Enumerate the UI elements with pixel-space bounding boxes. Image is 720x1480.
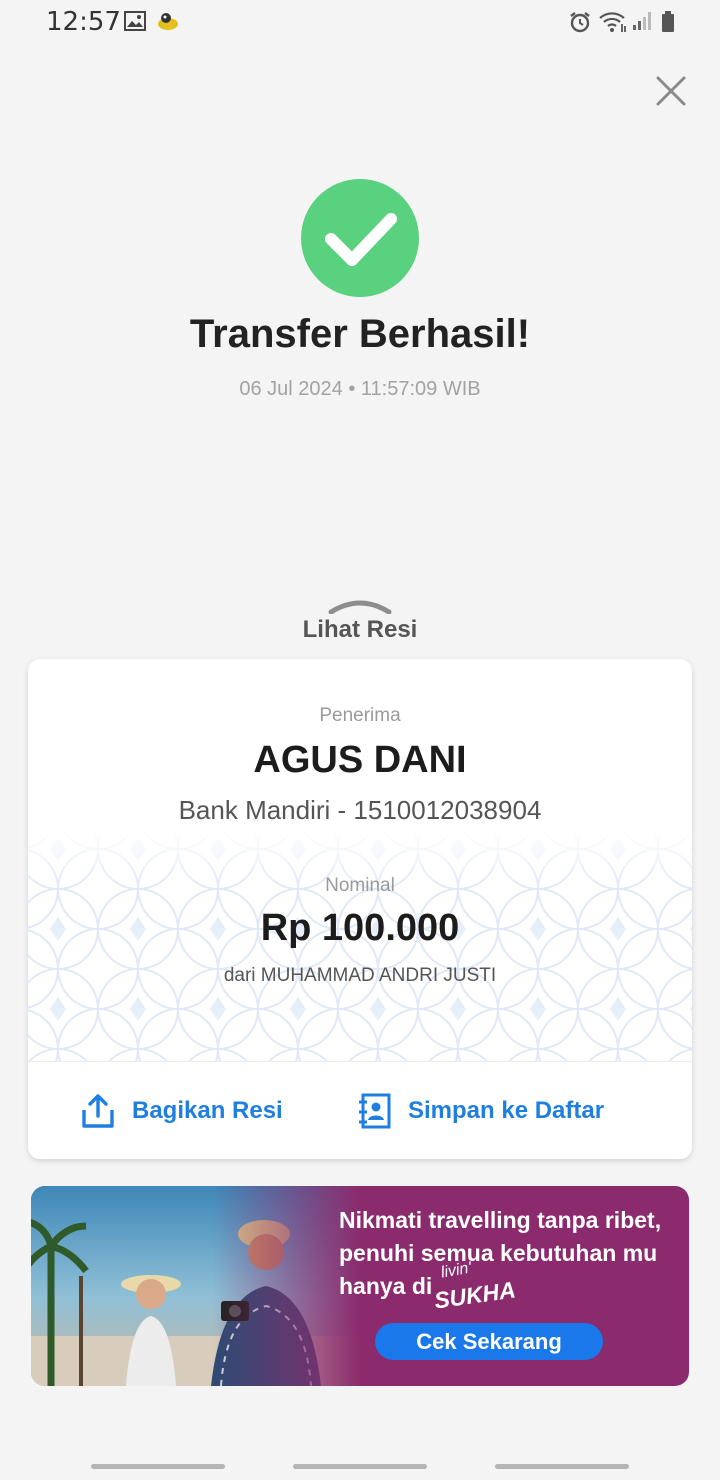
share-icon [82,1094,114,1128]
nav-back-button[interactable] [495,1464,629,1469]
promo-line-2: penuhi semua kebutuhan mu [339,1240,658,1266]
promo-cta-button[interactable]: Cek Sekarang [375,1323,603,1360]
receipt-card: Penerima AGUS DANI Bank Mandiri - 151001… [28,659,692,1159]
status-bar: 12:57 [0,0,720,44]
recipient-label: Penerima [319,705,401,726]
close-icon [656,76,686,106]
success-check-icon [301,179,419,297]
add-contact-icon [359,1093,391,1129]
promo-travel-photo [31,1186,361,1386]
recipient-name: AGUS DANI [253,739,467,781]
close-button[interactable] [648,68,694,114]
sender-name: dari MUHAMMAD ANDRI JUSTI [223,965,497,986]
share-receipt-button[interactable]: Bagikan Resi [80,1062,283,1159]
save-to-list-button[interactable]: Simpan ke Daftar [356,1062,604,1159]
signal-icon [632,10,654,37]
system-nav-bar [0,1452,720,1480]
nav-home-button[interactable] [293,1464,427,1469]
battery-icon [660,10,676,39]
share-receipt-label: Bagikan Resi [132,1097,283,1124]
status-time: 12:57 [46,7,121,37]
wifi-icon [598,10,628,39]
transfer-amount: Rp 100.000 [260,907,460,949]
view-receipt-label: Lihat Resi [302,616,418,643]
page-title: Transfer Berhasil! [189,312,531,356]
recipient-bank-account: Bank Mandiri - 1510012038904 [178,795,542,825]
chevron-up-icon [328,600,392,614]
receipt-actions: Bagikan Resi Simpan ke Daftar [28,1061,692,1159]
app-notification-icon [156,10,180,37]
amount-label: Nominal [325,875,395,896]
transaction-datetime: 06 Jul 2024 • 11:57:09 WIB [239,378,481,400]
view-receipt-toggle[interactable]: Lihat Resi [260,594,460,650]
gallery-icon [124,10,146,37]
nav-recents-button[interactable] [91,1464,225,1469]
promo-line-1: Nikmati travelling tanpa ribet, [339,1207,662,1233]
alarm-icon [568,10,592,39]
save-to-list-label: Simpan ke Daftar [408,1097,605,1124]
promo-banner[interactable]: Nikmati travelling tanpa ribet, penuhi s… [31,1186,689,1386]
